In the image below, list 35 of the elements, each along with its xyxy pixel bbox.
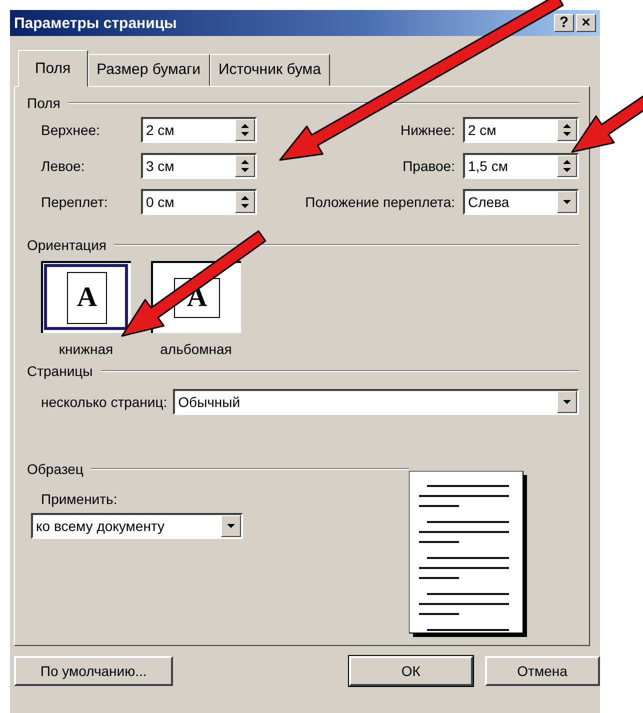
spin-buttons[interactable] bbox=[235, 191, 255, 213]
input-field[interactable]: 0 см bbox=[141, 189, 257, 215]
dropdown-field[interactable]: Обычный bbox=[173, 389, 579, 415]
input-field[interactable]: 2 см bbox=[463, 117, 579, 143]
spin-buttons[interactable] bbox=[557, 119, 577, 141]
tab[interactable]: Размер бумаги bbox=[88, 54, 210, 86]
field-label: Применить: bbox=[41, 491, 118, 507]
field-label: Левое: bbox=[41, 158, 86, 174]
field-label: Положение переплета: bbox=[305, 194, 455, 210]
dropdown-field[interactable]: ко всему документу bbox=[31, 513, 243, 539]
spin-buttons[interactable] bbox=[557, 155, 577, 177]
dialog-button[interactable]: Отмена bbox=[484, 656, 600, 686]
dialog-button[interactable]: По умолчанию... bbox=[14, 656, 174, 686]
input-field[interactable]: Слева bbox=[463, 189, 579, 215]
field-label: Переплет: bbox=[41, 194, 109, 210]
input-field[interactable]: 2 см bbox=[141, 117, 257, 143]
input-field[interactable]: 3 см bbox=[141, 153, 257, 179]
tab[interactable]: Поля bbox=[18, 50, 88, 87]
input-field[interactable]: 1,5 см bbox=[463, 153, 579, 179]
group-title: Образец bbox=[27, 461, 84, 477]
field-label: Правое: bbox=[402, 158, 455, 174]
group-title: Поля bbox=[27, 95, 60, 111]
dialog-button[interactable]: ОК bbox=[349, 656, 473, 686]
spin-buttons[interactable] bbox=[235, 155, 255, 177]
tab[interactable]: Источник бума bbox=[210, 54, 330, 86]
title-bar-button[interactable]: × bbox=[576, 14, 596, 32]
group-title: Страницы bbox=[27, 363, 93, 379]
spin-buttons[interactable] bbox=[235, 119, 255, 141]
field-label: Нижнее: bbox=[400, 122, 455, 138]
group-title: Ориентация bbox=[27, 237, 106, 253]
title-bar-button[interactable]: ? bbox=[554, 14, 574, 32]
page-letter: A bbox=[76, 282, 98, 314]
field-label: несколько страниц: bbox=[41, 394, 168, 410]
field-label: Верхнее: bbox=[41, 122, 101, 138]
window-title: Параметры страницы bbox=[14, 14, 177, 32]
